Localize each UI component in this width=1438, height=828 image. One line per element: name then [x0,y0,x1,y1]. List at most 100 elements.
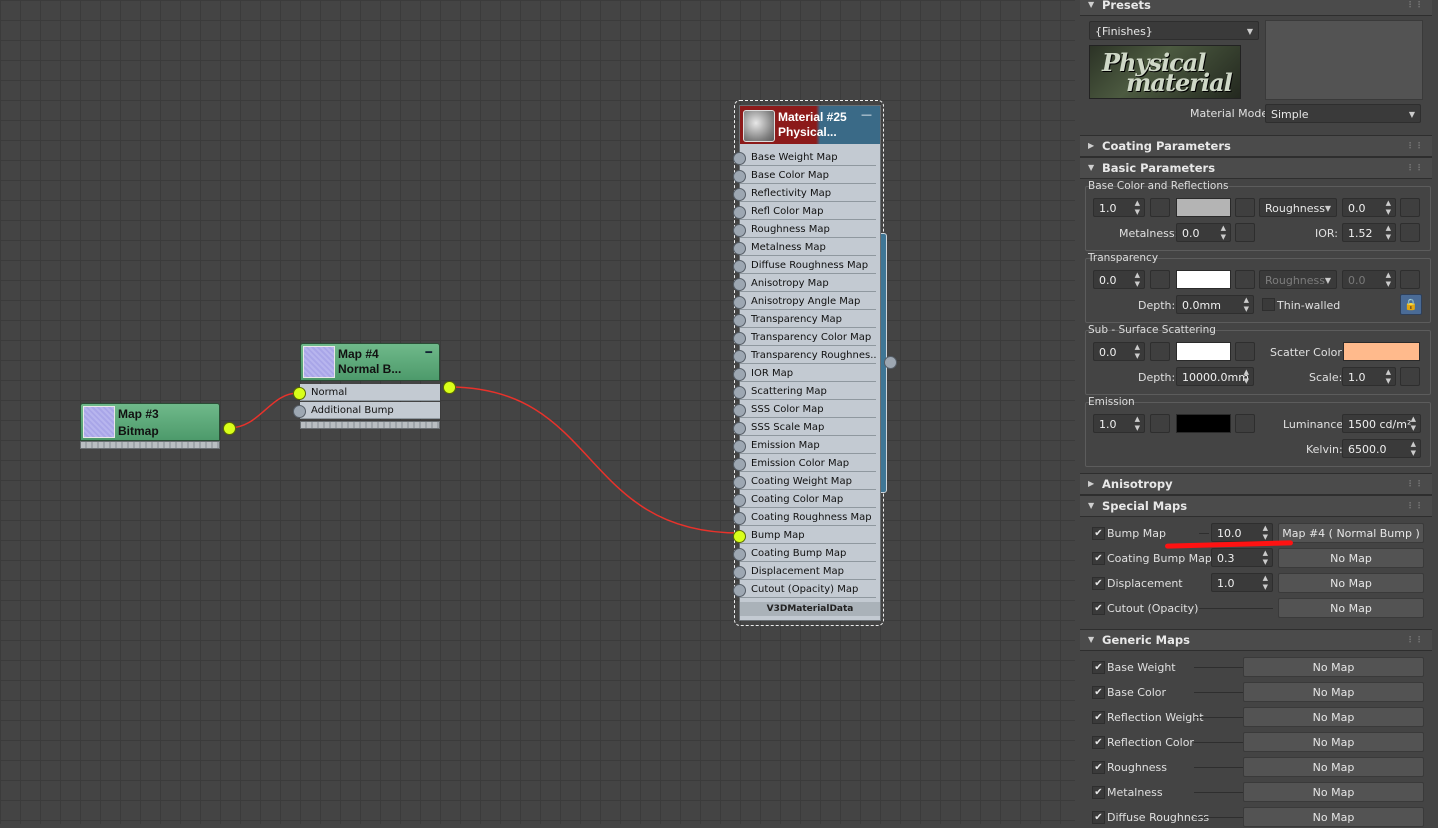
rollout-coating-parameters[interactable]: ▶ Coating Parameters ⋮⋮ [1080,135,1432,157]
generic-map-checkbox[interactable]: ✔ [1092,736,1105,749]
material-input-socket[interactable] [733,296,746,309]
material-slot-row[interactable]: Emission Map [740,437,876,454]
emission-color-map-button[interactable] [1235,414,1255,433]
material-input-socket[interactable] [733,494,746,507]
material-slot-row[interactable]: IOR Map [740,365,876,382]
input-slot-normal[interactable]: Normal [300,384,440,401]
rollout-special-maps[interactable]: ▼ Special Maps ⋮⋮ [1080,495,1432,517]
base-color-swatch[interactable] [1176,198,1231,217]
generic-map-button[interactable]: No Map [1243,807,1424,827]
material-slot-row[interactable]: Refl Color Map [740,203,876,220]
material-slot-row[interactable]: Base Color Map [740,167,876,184]
material-input-socket[interactable] [733,314,746,327]
input-socket-normal[interactable] [293,387,306,400]
material-input-socket[interactable] [733,206,746,219]
material-slot-row[interactable]: Diffuse Roughness Map [740,257,876,274]
lock-icon[interactable]: 🔒 [1400,294,1422,315]
material-slot-row[interactable]: SSS Scale Map [740,419,876,436]
node-editor-canvas[interactable]: Map #3 Bitmap Map #4 Normal B... ━ Norma… [0,0,1075,824]
roughness-spinner[interactable]: 0.0▲▼ [1342,198,1396,217]
generic-map-checkbox[interactable]: ✔ [1092,786,1105,799]
material-slot-row[interactable]: Coating Bump Map [740,545,876,562]
special-map-button[interactable]: No Map [1278,573,1424,593]
rollout-generic-maps[interactable]: ▼ Generic Maps ⋮⋮ [1080,629,1432,651]
material-slot-row[interactable]: Coating Roughness Map [740,509,876,526]
scale-map-button[interactable] [1400,367,1420,386]
material-input-socket[interactable] [733,530,746,543]
minimize-icon[interactable]: — [861,108,872,121]
sss-weight-spinner[interactable]: 0.0▲▼ [1093,342,1145,361]
base-weight-spinner[interactable]: 1.0▲▼ [1093,198,1145,217]
material-input-socket[interactable] [733,152,746,165]
sss-depth-spinner[interactable]: 10000.0mm▲▼ [1176,367,1254,386]
material-input-socket[interactable] [733,404,746,417]
emission-weight-spinner[interactable]: 1.0▲▼ [1093,414,1145,433]
material-input-socket[interactable] [733,260,746,273]
material-input-socket[interactable] [733,188,746,201]
special-map-checkbox[interactable]: ✔ [1092,552,1105,565]
material-input-socket[interactable] [733,386,746,399]
generic-map-checkbox[interactable]: ✔ [1092,811,1105,824]
transparency-color-swatch[interactable] [1176,270,1231,289]
special-map-button[interactable]: Map #4 ( Normal Bump ) [1278,523,1424,543]
material-input-socket[interactable] [733,548,746,561]
metalness-map-button[interactable] [1235,223,1255,242]
special-map-button[interactable]: No Map [1278,598,1424,618]
material-slot-row[interactable]: Reflectivity Map [740,185,876,202]
metalness-spinner[interactable]: 0.0▲▼ [1176,223,1231,242]
drag-handle-icon[interactable]: ⋮⋮ [1406,0,1424,15]
material-slot-row[interactable]: Coating Weight Map [740,473,876,490]
thin-walled-checkbox[interactable] [1262,298,1275,311]
material-slot-row[interactable]: Emission Color Map [740,455,876,472]
drag-handle-icon[interactable]: ⋮⋮ [1406,630,1424,650]
special-map-amount-spinner[interactable]: 0.3▲▼ [1211,548,1273,567]
drag-handle-icon[interactable]: ⋮⋮ [1406,136,1424,156]
special-map-amount-spinner[interactable]: 10.0▲▼ [1211,523,1273,542]
special-map-button[interactable]: No Map [1278,548,1424,568]
ior-map-button[interactable] [1400,223,1420,242]
material-slot-row[interactable]: Bump Map [740,527,876,544]
transparency-color-map-button[interactable] [1235,270,1255,289]
material-input-socket[interactable] [733,350,746,363]
generic-map-button[interactable]: No Map [1243,757,1424,777]
generic-map-checkbox[interactable]: ✔ [1092,761,1105,774]
scale-spinner[interactable]: 1.0▲▼ [1342,367,1396,386]
rollout-basic-parameters[interactable]: ▼ Basic Parameters ⋮⋮ [1080,157,1432,179]
node-material[interactable]: Material #25 Physical... — Base Weight M… [734,100,884,626]
material-output-socket[interactable] [884,356,897,369]
luminance-spinner[interactable]: 1500 cd/m²▲▼ [1342,414,1421,433]
material-input-socket[interactable] [733,224,746,237]
rollout-anisotropy[interactable]: ▶ Anisotropy ⋮⋮ [1080,473,1432,495]
transparency-map-button[interactable] [1150,270,1170,289]
material-input-socket[interactable] [733,458,746,471]
material-slot-row[interactable]: Metalness Map [740,239,876,256]
sss-color-swatch[interactable] [1176,342,1231,361]
material-input-socket[interactable] [733,278,746,291]
generic-map-button[interactable]: No Map [1243,682,1424,702]
drag-handle-icon[interactable]: ⋮⋮ [1406,496,1424,516]
material-input-socket[interactable] [733,170,746,183]
base-color-map-button[interactable] [1235,198,1255,217]
generic-map-button[interactable]: No Map [1243,732,1424,752]
material-input-socket[interactable] [733,476,746,489]
material-mode-dropdown[interactable]: Simple▼ [1265,104,1421,123]
material-input-socket[interactable] [733,584,746,597]
generic-map-checkbox[interactable]: ✔ [1092,711,1105,724]
special-map-checkbox[interactable]: ✔ [1092,602,1105,615]
generic-map-button[interactable]: No Map [1243,707,1424,727]
sss-color-map-button[interactable] [1235,342,1255,361]
generic-map-button[interactable]: No Map [1243,782,1424,802]
trans-depth-spinner[interactable]: 0.0mm▲▼ [1176,295,1254,314]
roughness-map-button[interactable] [1400,198,1420,217]
material-slot-row[interactable]: Coating Color Map [740,491,876,508]
material-slot-row[interactable]: Anisotropy Map [740,275,876,292]
drag-handle-icon[interactable]: ⋮⋮ [1406,474,1424,494]
material-slot-row[interactable]: SSS Color Map [740,401,876,418]
node-map3[interactable]: Map #3 Bitmap [80,403,220,453]
material-slot-row[interactable]: Roughness Map [740,221,876,238]
output-socket[interactable] [443,381,456,394]
material-slot-row[interactable]: Base Weight Map [740,149,876,166]
sss-weight-map-button[interactable] [1150,342,1170,361]
input-socket-additional-bump[interactable] [293,405,306,418]
base-weight-map-button[interactable] [1150,198,1170,217]
